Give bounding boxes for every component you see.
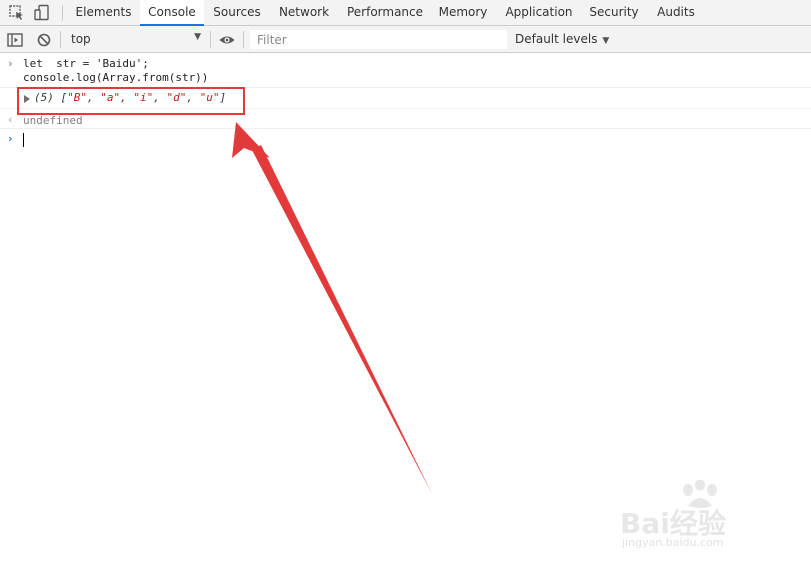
baidu-jingyan-watermark: Bai经验 jingyan.baidu.com bbox=[620, 480, 780, 550]
watermark-url: jingyan.baidu.com bbox=[622, 536, 724, 549]
